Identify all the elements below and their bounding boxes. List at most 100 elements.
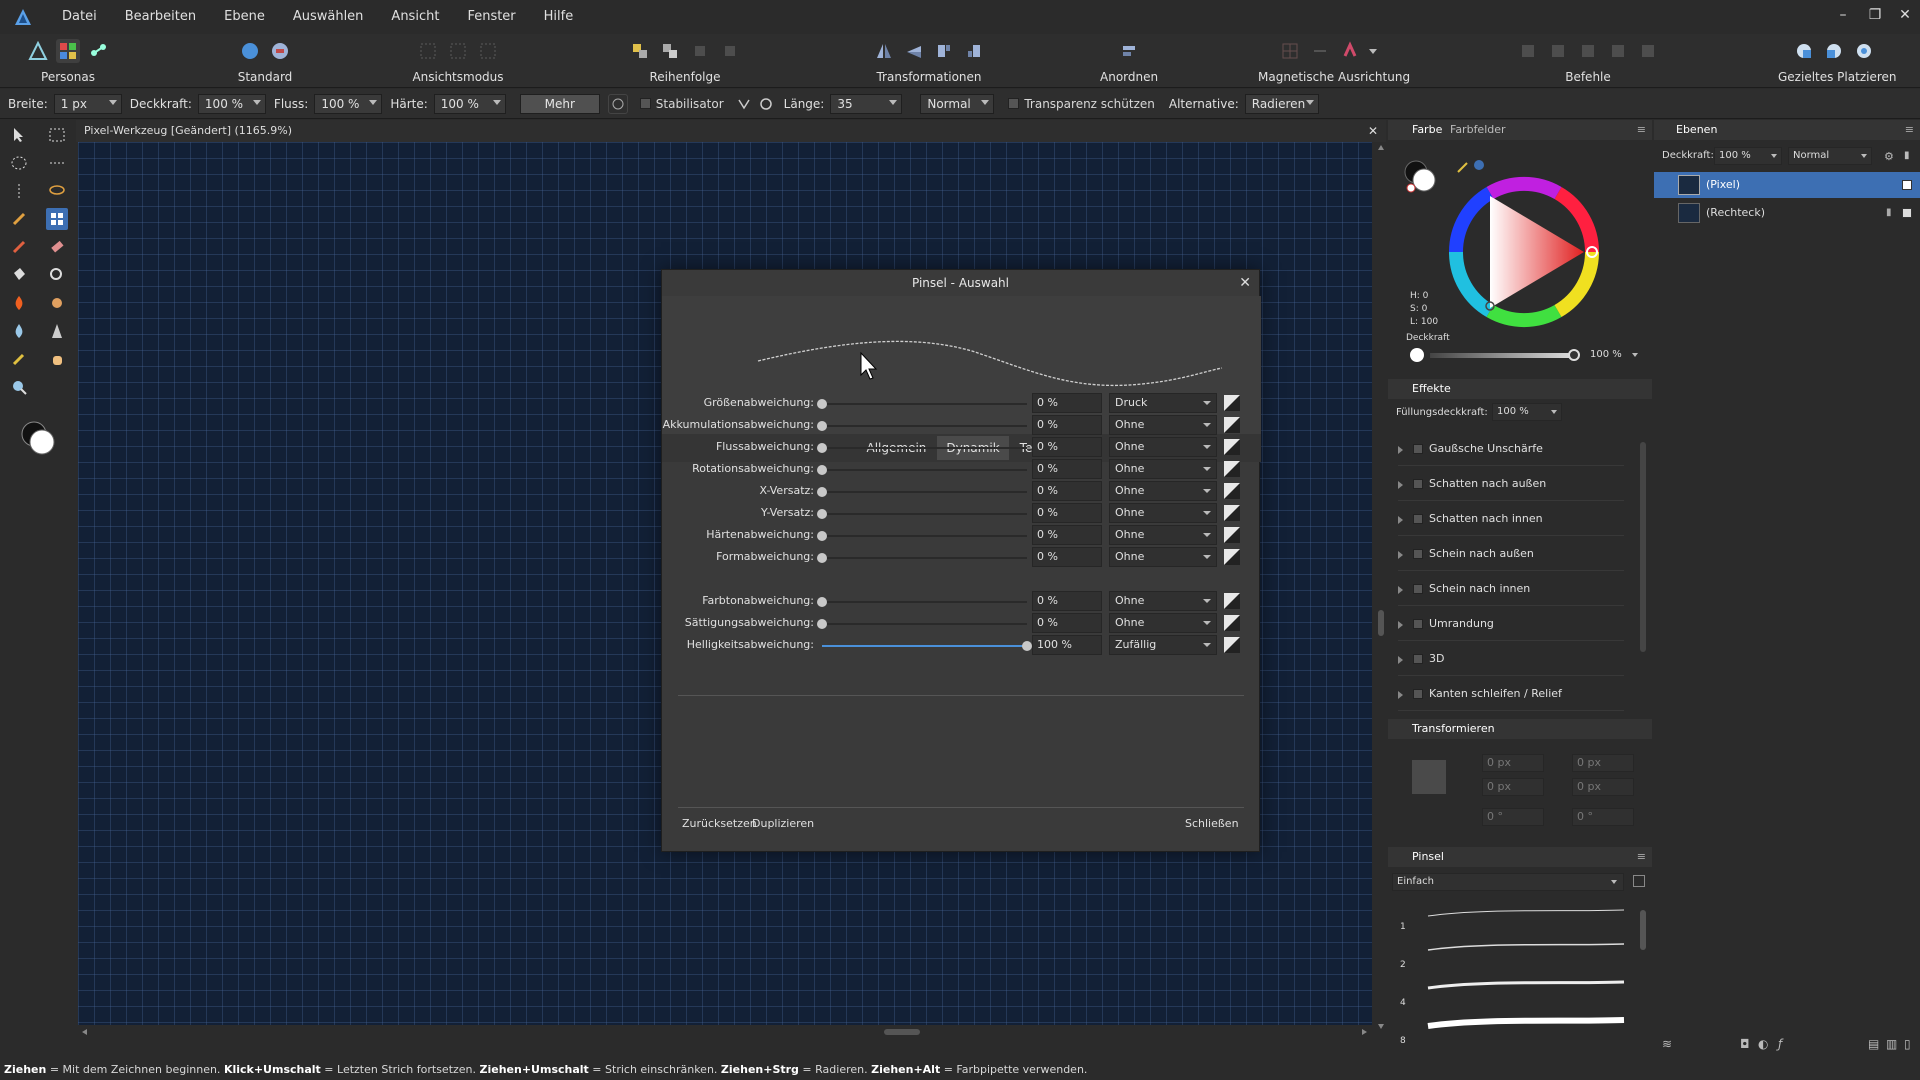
expand-icon[interactable] — [1398, 586, 1403, 594]
close-dialog-button[interactable]: Schließen — [1180, 813, 1244, 835]
slider-knob[interactable] — [817, 597, 827, 607]
boolean-intersect-icon[interactable] — [1576, 39, 1600, 63]
flip-vertical-icon[interactable] — [902, 39, 926, 63]
controller-select[interactable]: Ohne — [1109, 481, 1217, 501]
layer-lock-icon[interactable]: ▮ — [1886, 200, 1892, 226]
expand-icon[interactable] — [1398, 691, 1403, 699]
horizontal-scrollbar[interactable] — [76, 1025, 1376, 1039]
controller-select[interactable]: Ohne — [1109, 503, 1217, 523]
zoom-lens-icon[interactable] — [46, 264, 68, 286]
effect-item[interactable]: Schatten nach innen — [1398, 502, 1624, 536]
layer-lock-icon[interactable]: ▮ — [1904, 150, 1910, 161]
dynamics-value-field[interactable]: 0 % — [1032, 437, 1102, 457]
fg-bg-swatch-icon[interactable] — [1404, 160, 1436, 193]
effect-checkbox[interactable] — [1413, 584, 1423, 594]
slider-knob[interactable] — [817, 553, 827, 563]
menu-ansicht[interactable]: Ansicht — [377, 0, 453, 34]
dynamics-value-field[interactable]: 0 % — [1032, 525, 1102, 545]
pressure-curve-icon[interactable] — [1224, 395, 1240, 411]
vertical-scrollbar[interactable] — [1376, 142, 1386, 1032]
pixel-tool-icon[interactable] — [46, 208, 68, 230]
move-back-icon[interactable] — [658, 39, 682, 63]
effect-item[interactable]: Schatten nach außen — [1398, 467, 1624, 501]
lasso-icon[interactable] — [46, 180, 68, 202]
controller-select[interactable]: Druck — [1109, 393, 1217, 413]
rope-mode-icon[interactable] — [734, 94, 754, 114]
color-picker-icon[interactable] — [8, 348, 30, 370]
layer-visibility-checkbox[interactable] — [1902, 208, 1912, 218]
menu-fenster[interactable]: Fenster — [453, 0, 529, 34]
ellipse-marquee-icon[interactable] — [8, 152, 30, 174]
pressure-curve-icon[interactable] — [1224, 527, 1240, 543]
expand-icon[interactable] — [1398, 551, 1403, 559]
expand-icon[interactable] — [1398, 516, 1403, 524]
slider-knob[interactable] — [817, 465, 827, 475]
insert-behind-icon[interactable] — [1792, 39, 1816, 63]
dynamics-slider[interactable] — [817, 465, 1027, 475]
sharpen-icon[interactable] — [46, 320, 68, 342]
selection-brush-icon[interactable] — [8, 208, 30, 230]
effect-item[interactable]: 3D — [1398, 642, 1624, 676]
dynamics-slider[interactable] — [817, 531, 1027, 541]
blend-mode-select[interactable]: Normal — [920, 93, 995, 114]
layer-row-pixel[interactable]: (Pixel) — [1654, 172, 1920, 198]
transform-x-field[interactable]: 0 px — [1482, 754, 1544, 772]
fx-icon[interactable]: ƒ — [1778, 1037, 1782, 1051]
close-window-icon[interactable]: ✕ — [1888, 0, 1920, 30]
assistant-icon[interactable] — [268, 39, 292, 63]
force-pressure-icon[interactable] — [607, 93, 628, 114]
slider-knob[interactable] — [817, 487, 827, 497]
fill-opacity-field[interactable]: 100 % — [1492, 403, 1562, 421]
alternative-select[interactable]: Radieren — [1244, 93, 1319, 114]
layer-visibility-checkbox[interactable] — [1902, 180, 1912, 190]
layers-panel-menu-icon[interactable]: ≡ — [1905, 120, 1914, 140]
mask-icon[interactable]: ◘ — [1740, 1037, 1750, 1051]
color-opacity-slider[interactable] — [1430, 353, 1572, 358]
view-mode-2-icon[interactable] — [446, 39, 470, 63]
stabilizer-checkbox[interactable] — [639, 98, 651, 109]
move-to-front-icon[interactable] — [718, 39, 742, 63]
effect-item[interactable]: Schein nach außen — [1398, 537, 1624, 571]
dynamics-value-field[interactable]: 0 % — [1032, 591, 1102, 611]
color-opacity-dropdown-icon[interactable] — [1632, 353, 1638, 357]
hardness-field[interactable]: 100 % — [433, 93, 506, 114]
window-mode-icon[interactable] — [756, 94, 776, 114]
pressure-curve-icon[interactable] — [1224, 593, 1240, 609]
dynamics-slider[interactable] — [817, 443, 1027, 453]
pressure-curve-icon[interactable] — [1224, 417, 1240, 433]
pixel-persona-icon[interactable] — [56, 39, 80, 63]
pressure-curve-icon[interactable] — [1224, 483, 1240, 499]
pressure-curve-icon[interactable] — [1224, 615, 1240, 631]
slider-knob[interactable] — [817, 531, 827, 541]
dynamics-slider[interactable] — [817, 421, 1027, 431]
brush-category-select[interactable]: Einfach — [1392, 873, 1624, 891]
dynamics-slider[interactable] — [817, 399, 1027, 409]
more-button[interactable]: Mehr — [519, 93, 600, 114]
blur-icon[interactable] — [8, 320, 30, 342]
document-tab[interactable]: Pixel-Werkzeug [Geändert] (1165.9%) ✕ — [76, 120, 1386, 142]
slider-knob[interactable] — [1022, 641, 1032, 651]
boolean-divide-icon[interactable] — [1636, 39, 1660, 63]
pressure-curve-icon[interactable] — [1224, 505, 1240, 521]
tab-farbe[interactable]: Farbe — [1412, 120, 1442, 140]
dynamics-value-field[interactable]: 0 % — [1032, 415, 1102, 435]
layer-opacity-field[interactable]: 100 % — [1714, 147, 1782, 165]
controller-select[interactable]: Ohne — [1109, 459, 1217, 479]
layer-settings-icon[interactable]: ⚙ — [1884, 150, 1894, 163]
controller-select[interactable]: Ohne — [1109, 613, 1217, 633]
color-swatch-icon[interactable] — [18, 418, 58, 458]
minimize-icon[interactable]: – — [1826, 0, 1860, 30]
dynamics-value-field[interactable]: 0 % — [1032, 393, 1102, 413]
boolean-add-icon[interactable] — [1516, 39, 1540, 63]
effect-item[interactable]: Gaußsche Unschärfe — [1398, 432, 1624, 466]
length-field[interactable]: 35 — [830, 93, 903, 114]
slider-knob[interactable] — [817, 443, 827, 453]
menu-auswaehlen[interactable]: Auswählen — [279, 0, 378, 34]
menu-hilfe[interactable]: Hilfe — [530, 0, 588, 34]
align-icon[interactable] — [1117, 39, 1141, 63]
delete-layer-icon[interactable]: ▯ — [1904, 1037, 1911, 1051]
rotate-left-icon[interactable] — [932, 39, 956, 63]
width-field[interactable]: 1 px — [53, 93, 122, 114]
insert-top-icon[interactable] — [1822, 39, 1846, 63]
layer-blend-select[interactable]: Normal — [1788, 147, 1872, 165]
